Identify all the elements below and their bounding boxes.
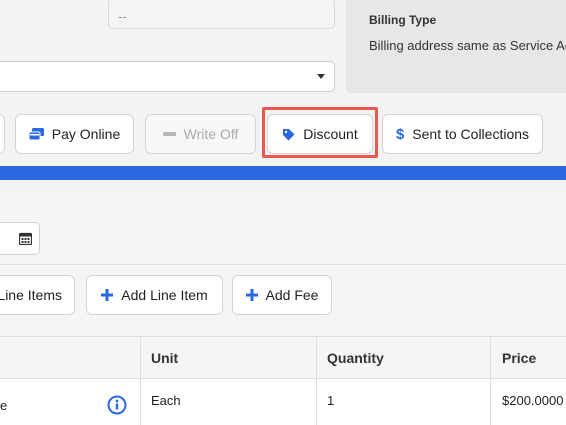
dropdown-select[interactable]	[0, 61, 335, 92]
plus-icon	[101, 289, 114, 301]
price-cell: $200.0000	[502, 393, 564, 408]
minus-icon	[162, 132, 176, 136]
table-top-border	[0, 336, 566, 337]
disabled-field: --	[108, 0, 335, 29]
billing-type-title: Billing Type	[369, 13, 437, 27]
discount-highlight-box	[262, 107, 378, 158]
item-name-cell: e	[0, 398, 8, 413]
divider	[0, 264, 566, 265]
date-input[interactable]	[0, 222, 40, 255]
line-items-table: Unit Quantity Price e Each 1 $200.0000	[0, 336, 566, 425]
accent-bar	[0, 166, 566, 180]
unit-cell: Each	[151, 393, 181, 408]
plus-icon	[245, 289, 258, 301]
add-fee-button[interactable]: Add Fee	[232, 275, 332, 315]
dollar-icon: $	[395, 125, 405, 143]
credit-card-icon	[28, 128, 44, 140]
line-items-label: Line Items	[0, 287, 62, 303]
write-off-button[interactable]: Write Off	[145, 114, 256, 154]
table-row: e Each 1 $200.0000	[0, 379, 566, 425]
billing-type-panel: Billing Type Billing address same as Ser…	[346, 0, 566, 93]
calendar-icon[interactable]	[18, 232, 33, 250]
previous-action-button[interactable]	[0, 114, 5, 154]
billing-type-text: Billing address same as Service Add	[369, 38, 566, 53]
caret-down-icon	[317, 74, 325, 79]
info-icon[interactable]	[107, 395, 127, 420]
column-header-quantity: Quantity	[327, 350, 384, 366]
write-off-label: Write Off	[183, 126, 239, 142]
line-items-button[interactable]: Line Items	[0, 275, 75, 315]
quantity-cell: 1	[327, 393, 335, 408]
column-header-price: Price	[502, 350, 537, 366]
pay-online-label: Pay Online	[51, 126, 121, 142]
add-line-item-label: Add Line Item	[121, 287, 208, 303]
add-fee-label: Add Fee	[265, 287, 319, 303]
add-line-item-button[interactable]: Add Line Item	[86, 275, 223, 315]
table-header-row	[0, 336, 566, 378]
column-header-unit: Unit	[151, 350, 179, 366]
sent-to-collections-label: Sent to Collections	[412, 126, 530, 142]
pay-online-button[interactable]: Pay Online	[15, 114, 134, 154]
sent-to-collections-button[interactable]: $ Sent to Collections	[382, 114, 543, 154]
